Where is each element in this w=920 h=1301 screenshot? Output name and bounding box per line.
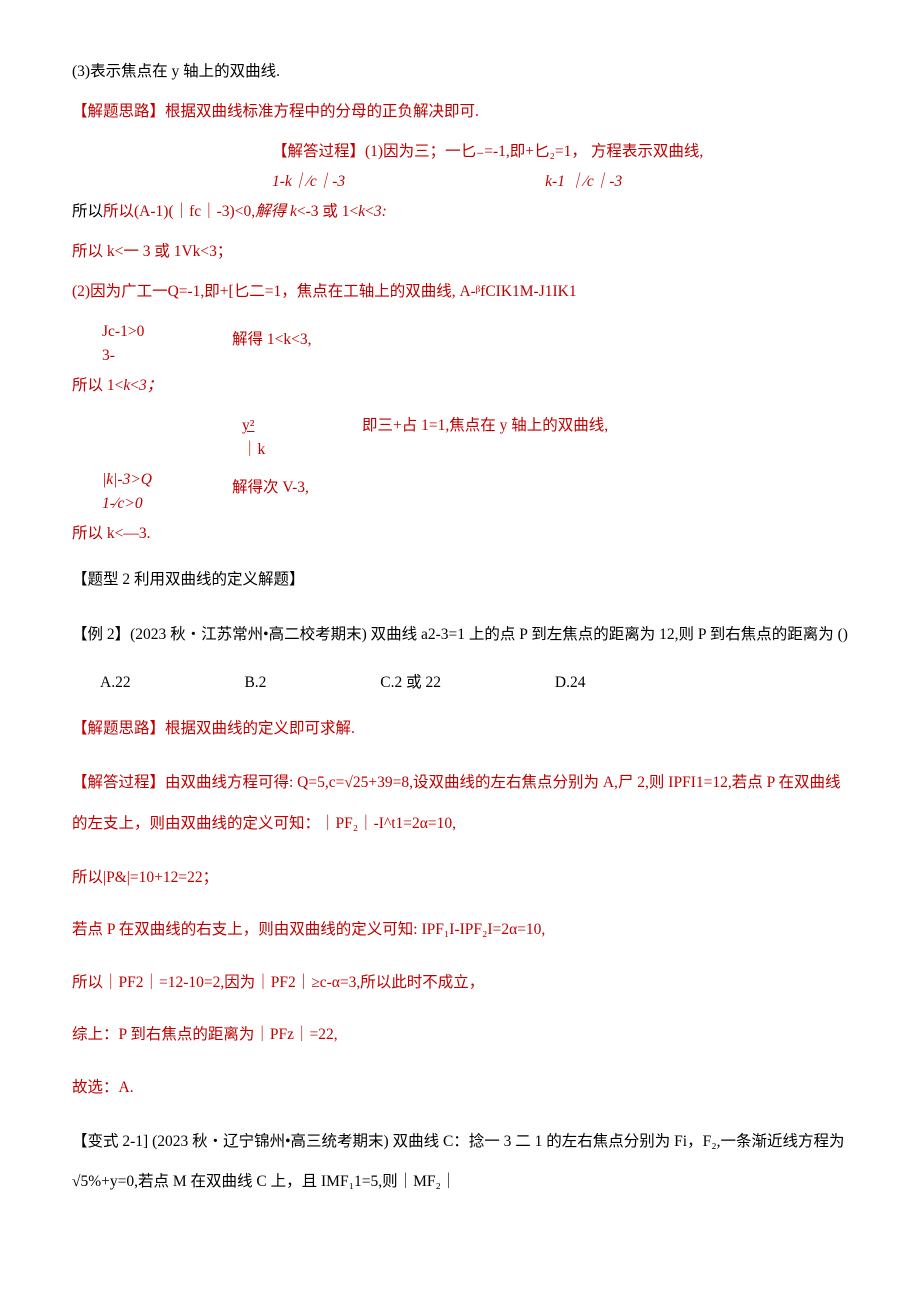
option-a: A.22 — [100, 671, 131, 695]
solution-process-1a: 【解答过程】(1)因为三；一匕₋=-1,即+匕₂=1， — [272, 143, 587, 160]
frac-desc: 即三+占 1=1,焦点在 y 轴上的双曲线, — [362, 414, 608, 462]
option-c: C.2 或 22 — [380, 671, 441, 695]
denom-right: k-1 ｜⁄c｜-3 — [545, 173, 622, 190]
paragraph-3: (3)表示焦点在 y 轴上的双曲线. — [72, 60, 848, 84]
section-2-heading: 【题型 2 利用双曲线的定义解题】 — [72, 562, 848, 598]
solution-idea-2: 【解题思路】根据双曲线的定义即可求解. — [72, 711, 848, 747]
cond-right-2: 解得次 V-3, — [232, 468, 309, 516]
variant-2-1: 【变式 2-1] (2023 秋・辽宁锦州•高三统考期末) 双曲线 C：捻一 3… — [72, 1122, 848, 1203]
step-p19: 故选：A. — [72, 1070, 848, 1106]
cond-left-2: |k|-3>Q 1-⁄c>0 — [72, 468, 232, 516]
solution-process-1b: 方程表示双曲线, — [591, 143, 703, 160]
step-p4: 所以所以(A-1)(｜fc｜-3)<0,解得 k<-3 或 1<k<3:所以(A… — [72, 200, 848, 224]
solution-idea-1: 【解题思路】根据双曲线标准方程中的分母的正负解决即可. — [72, 100, 848, 124]
solution-process-2: 【解答过程】由双曲线方程可得: Q=5,c=√25+39=8,设双曲线的左右焦点… — [72, 763, 848, 844]
frac-bottom: ｜k — [242, 438, 362, 462]
step-p17: 所以｜PF2｜=12-10=2,因为｜PF2｜≥c-α=3,所以此时不成立， — [72, 965, 848, 1001]
options-row: A.22 B.2 C.2 或 22 D.24 — [72, 671, 848, 695]
denom-left: 1-k｜⁄c｜-3 — [272, 173, 345, 190]
step-p11: 所以 k<—3. — [72, 522, 848, 546]
step-p15: 所以|P&|=10+12=22； — [72, 860, 848, 896]
cond-left-1: Jc-1>0 3- — [72, 320, 232, 368]
step-p18: 综上：P 到右焦点的距离为｜PFz｜=22, — [72, 1017, 848, 1053]
example-2: 【例 2】(2023 秋・江苏常州•高二校考期末) 双曲线 a2-3=1 上的点… — [72, 615, 848, 655]
step-p16: 若点 P 在双曲线的右支上，则由双曲线的定义可知: IPF₁I-IPF₂I=2α… — [72, 912, 848, 948]
frac-top: y² — [242, 414, 362, 438]
step-p6: (2)因为广工一Q=-1,即+[匕二=1，焦点在工轴上的双曲线, A-ᵝfCIK… — [72, 280, 848, 304]
option-b: B.2 — [244, 671, 266, 695]
step-p8: 所以 1<k<3； — [72, 374, 848, 398]
step-p5: 所以 k<一 3 或 1Vk<3； — [72, 240, 848, 264]
option-d: D.24 — [555, 671, 586, 695]
cond-right-1: 解得 1<k<3, — [232, 320, 311, 368]
